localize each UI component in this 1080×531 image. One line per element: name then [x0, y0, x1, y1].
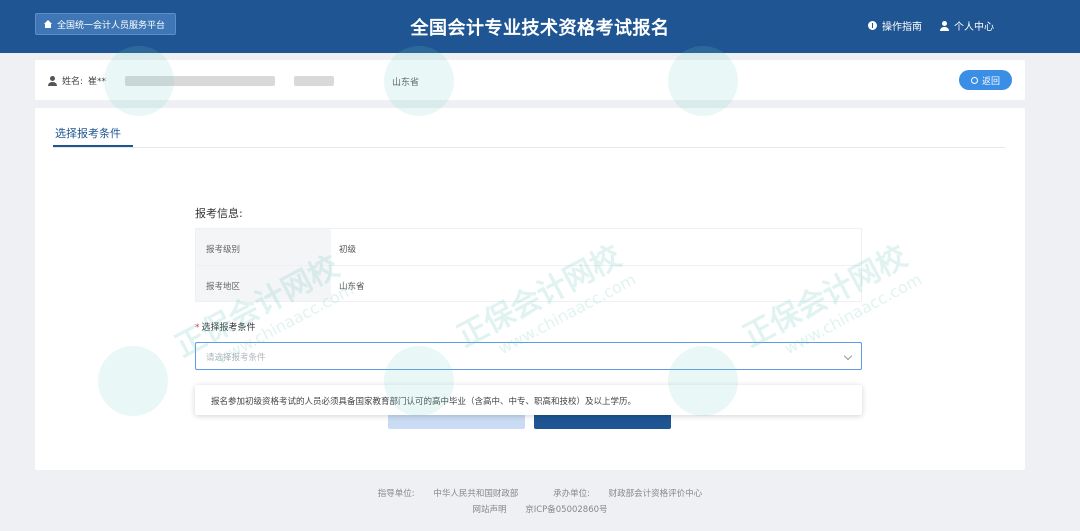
- user-info-bar: 姓名: 崔** 山东省 返回: [35, 60, 1025, 100]
- guide-label: 操作指南: [882, 22, 922, 33]
- name-label: 姓名:: [62, 77, 84, 87]
- main-card: 选择报考条件 报考信息: 报考级别 初级 报考地区 山东省 * 选择报考条件 请选…: [35, 108, 1025, 470]
- row-key: 报考地区: [196, 266, 331, 301]
- select-dropdown: 报名参加初级资格考试的人员必须具备国家教育部门认可的高中毕业（含高中、中专、职高…: [195, 385, 862, 415]
- select-label: * 选择报考条件: [195, 320, 256, 333]
- info-table: 报考级别 初级 报考地区 山东省: [195, 228, 862, 302]
- chevron-down-icon: [843, 351, 853, 361]
- section-title: 报考信息:: [195, 207, 243, 220]
- footer-guide-unit: 指导单位: 中华人民共和国财政部: [377, 489, 519, 499]
- table-row: 报考地区 山东省: [195, 265, 862, 302]
- person-icon: [48, 75, 57, 86]
- back-label: 返回: [981, 76, 1000, 87]
- required-star: *: [195, 323, 200, 333]
- select-label-text: 选择报考条件: [201, 323, 256, 333]
- table-row: 报考级别 初级: [195, 228, 862, 265]
- top-header: 全国统一会计人员服务平台 全国会计专业技术资格考试报名 操作指南 个人中心: [0, 0, 1080, 53]
- dropdown-option[interactable]: 报名参加初级资格考试的人员必须具备国家教育部门认可的高中毕业（含高中、中专、职高…: [211, 395, 636, 407]
- province-value: 山东省: [392, 78, 420, 88]
- row-value: 山东省: [339, 282, 365, 292]
- personal-center-label: 个人中心: [954, 22, 994, 33]
- back-button[interactable]: 返回: [959, 70, 1012, 90]
- name-value: 崔**: [88, 77, 107, 87]
- row-key: 报考级别: [196, 229, 331, 265]
- personal-center-link[interactable]: 个人中心: [940, 18, 994, 33]
- back-icon: [970, 76, 978, 84]
- header-links: 操作指南 个人中心: [868, 18, 994, 33]
- next-button[interactable]: [534, 415, 671, 429]
- info-icon: [868, 21, 877, 30]
- row-value: 初级: [339, 245, 357, 255]
- select-placeholder: 请选择报考条件: [206, 353, 266, 363]
- tab-divider: [53, 147, 1005, 148]
- footer: 指导单位: 中华人民共和国财政部 承办单位: 财政部会计资格评价中心 网站声明 …: [0, 486, 1080, 518]
- footer-statement-link[interactable]: 网站声明: [472, 505, 506, 515]
- user-info: 姓名: 崔**: [48, 74, 335, 87]
- footer-organizer: 承办单位: 财政部会计资格评价中心: [553, 489, 703, 499]
- redacted-info: [125, 75, 276, 86]
- footer-icp: 京ICP备05002860号: [525, 505, 608, 515]
- condition-select[interactable]: 请选择报考条件: [195, 342, 862, 370]
- person-icon: [940, 20, 949, 31]
- guide-link[interactable]: 操作指南: [868, 18, 922, 33]
- previous-button[interactable]: [388, 415, 525, 429]
- redacted-info: [294, 75, 335, 86]
